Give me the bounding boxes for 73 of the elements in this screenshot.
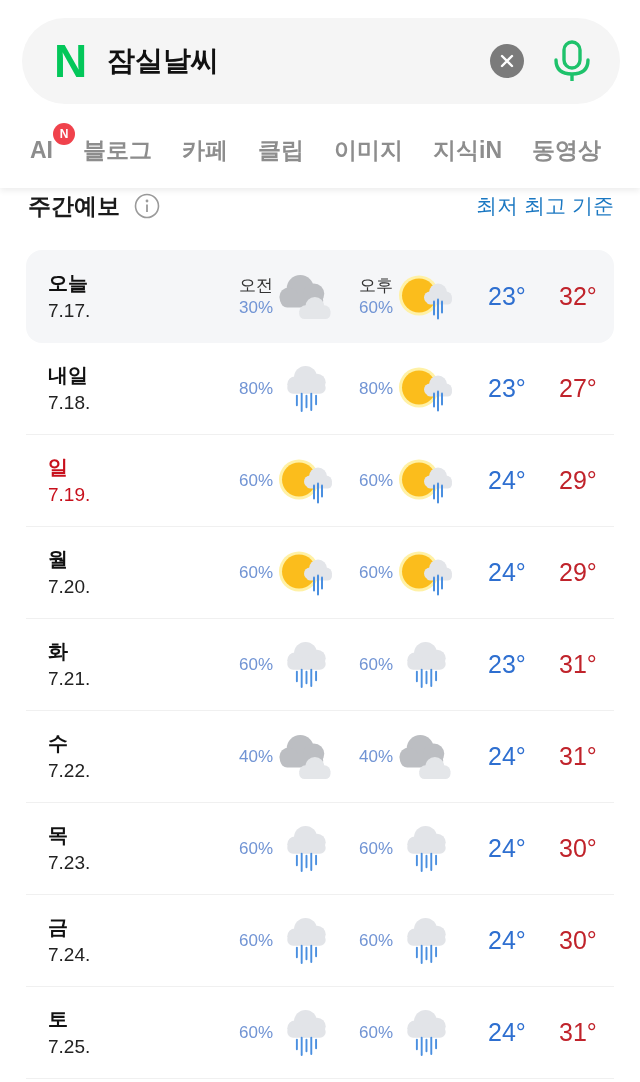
search-tab[interactable]: 클립 xyxy=(258,134,304,166)
rain-chance: 60% xyxy=(238,929,273,952)
section-title: 주간예보 xyxy=(28,191,120,221)
rain-chance: 60% xyxy=(358,561,393,584)
rain-chance: 60% xyxy=(358,929,393,952)
search-field[interactable]: N 잠실날씨 xyxy=(22,18,620,104)
rain-chance: 60% xyxy=(358,296,393,319)
day-name: 일 xyxy=(48,454,69,479)
rain-chance: 60% xyxy=(358,653,393,676)
high-temperature: 30° xyxy=(559,926,597,954)
day-name: 목 xyxy=(48,822,69,847)
low-temperature: 23° xyxy=(488,374,526,402)
rain-chance: 40% xyxy=(358,745,393,768)
rain-chance: 40% xyxy=(238,745,273,768)
high-temperature: 30° xyxy=(559,834,597,862)
low-temperature: 24° xyxy=(488,466,526,494)
date: 7.24. xyxy=(48,942,92,967)
rain-chance: 60% xyxy=(238,837,273,860)
search-tab[interactable]: 블로그 xyxy=(83,134,152,166)
day-name: 월 xyxy=(48,546,69,571)
sort-basis-link[interactable]: 최저 최고 기준 xyxy=(476,192,614,220)
high-temperature: 32° xyxy=(559,282,597,310)
clear-button[interactable] xyxy=(490,44,524,78)
day-name: 토 xyxy=(48,1006,69,1031)
high-temperature: 27° xyxy=(559,374,597,402)
day-name: 수 xyxy=(48,730,69,755)
search-tab[interactable]: 이미지 xyxy=(334,134,403,166)
microphone-icon[interactable] xyxy=(554,39,590,83)
search-tab[interactable]: AI xyxy=(30,134,53,166)
day-name: 금 xyxy=(48,914,69,939)
search-tab[interactable]: 카페 xyxy=(182,134,228,166)
high-temperature: 29° xyxy=(559,466,597,494)
day-name: 내일 xyxy=(48,362,89,387)
date: 7.20. xyxy=(48,574,92,599)
high-temperature: 29° xyxy=(559,558,597,586)
high-temperature: 31° xyxy=(559,742,597,770)
rain-chance: 60% xyxy=(238,561,273,584)
rain-chance: 60% xyxy=(238,1021,273,1044)
date: 7.22. xyxy=(48,758,92,783)
rain-chance: 60% xyxy=(358,837,393,860)
rain-chance: 60% xyxy=(238,653,273,676)
logo[interactable]: N xyxy=(54,41,88,81)
day-name: 화 xyxy=(48,638,69,663)
low-temperature: 23° xyxy=(488,282,526,310)
high-temperature: 31° xyxy=(559,650,597,678)
period-label: 오전 xyxy=(239,274,273,297)
date: 7.18. xyxy=(48,390,92,415)
day-name: 오늘 xyxy=(48,270,89,295)
close-icon xyxy=(490,44,524,78)
rain-chance: 80% xyxy=(238,377,273,400)
high-temperature: 31° xyxy=(559,1018,597,1046)
rain-chance: 60% xyxy=(238,469,273,492)
low-temperature: 24° xyxy=(488,742,526,770)
date: 7.19. xyxy=(48,482,92,507)
date: 7.21. xyxy=(48,666,92,691)
low-temperature: 24° xyxy=(488,926,526,954)
rain-chance: 60% xyxy=(358,1021,393,1044)
info-icon[interactable] xyxy=(134,193,160,219)
date: 7.23. xyxy=(48,850,92,875)
rain-chance: 60% xyxy=(358,469,393,492)
date: 7.25. xyxy=(48,1034,92,1059)
low-temperature: 24° xyxy=(488,834,526,862)
search-tab[interactable]: 지식iN xyxy=(433,134,502,166)
new-badge: N xyxy=(53,123,75,145)
low-temperature: 23° xyxy=(488,650,526,678)
low-temperature: 24° xyxy=(488,1018,526,1046)
period-label: 오후 xyxy=(359,274,393,297)
date: 7.17. xyxy=(48,298,92,323)
rain-chance: 80% xyxy=(358,377,393,400)
rain-chance: 30% xyxy=(238,296,273,319)
search-query: 잠실날씨 xyxy=(107,44,221,78)
search-tab[interactable]: 동영상 xyxy=(532,134,601,166)
low-temperature: 24° xyxy=(488,558,526,586)
